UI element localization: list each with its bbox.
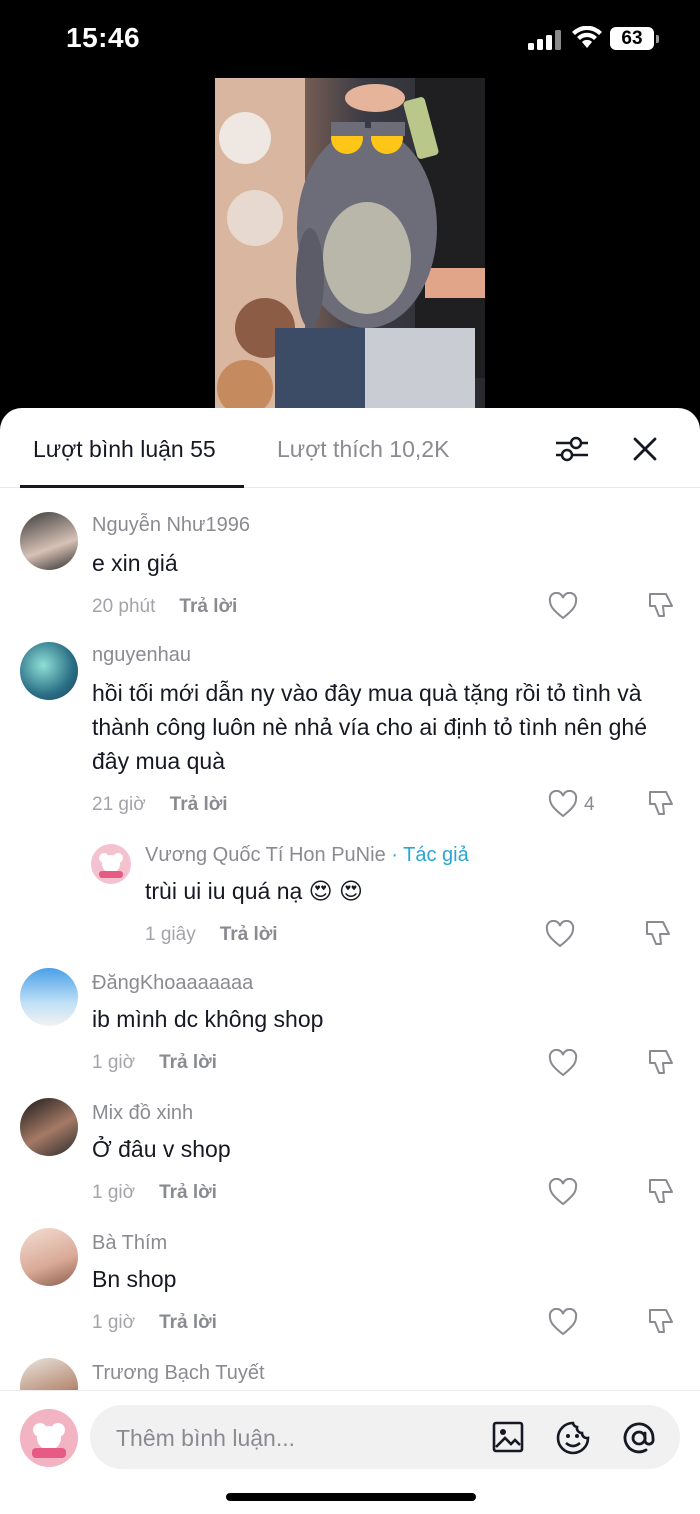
comment-author[interactable]: Bà Thím [92,1232,167,1255]
punie-logo-icon [32,1423,66,1458]
comment-item: Nguyễn Như1996 e xin giá 20 phút Trả lời [0,510,700,630]
avatar[interactable] [20,642,78,700]
avatar[interactable] [20,1358,78,1390]
comment-text: e xin giá [92,550,178,576]
comment-input-placeholder: Thêm bình luận... [116,1425,295,1451]
dislike-icon[interactable] [646,788,676,818]
comment-meta: 20 phút Trả lời [92,596,237,618]
comment-text: Bn shop [92,1266,177,1292]
tab-likes[interactable]: Lượt thích 10,2K [277,436,449,463]
comment-author[interactable]: Trương Bạch Tuyết [92,1362,265,1385]
video-frame[interactable] [215,78,485,418]
comment-meta: 1 giờ Trả lời [92,1182,217,1204]
comment-sheet: Lượt bình luận 55 Lượt thích 10,2K Nguyễ… [0,408,700,1514]
avatar[interactable] [20,968,78,1026]
comment-item: Bà Thím Bn shop 1 giờ Trả lời [0,1228,700,1348]
at-icon[interactable] [622,1421,656,1455]
dislike-icon[interactable] [646,1047,676,1077]
comment-list[interactable]: Nguyễn Như1996 e xin giá 20 phút Trả lời … [0,488,700,1390]
heart-icon[interactable] [548,592,578,620]
avatar[interactable] [20,1098,78,1156]
author-tag: · Tác giả [385,844,469,866]
comment-item: Mix đồ xinh Ở đâu v shop 1 giờ Trả lời [0,1098,700,1218]
heart-icon[interactable] [548,1178,578,1206]
comment-author[interactable]: Vương Quốc Tí Hon PuNie · Tác giả [145,844,469,867]
filter-icon[interactable] [554,434,590,464]
comment-author[interactable]: nguyenhau [92,644,191,667]
avatar[interactable] [20,1228,78,1286]
comment-tabs: Lượt bình luận 55 Lượt thích 10,2K [0,408,700,488]
punie-logo-icon [99,853,123,878]
reply-button[interactable]: Trả lời [159,1182,217,1203]
status-time: 15:46 [66,22,141,53]
comment-meta: 1 giờ Trả lời [92,1312,217,1334]
comment-text: trùi ui iu quá nạ 😍 😍 [145,878,364,904]
comment-text: hồi tối mới dẫn ny vào đây mua quà tặng … [92,680,647,774]
comment-time: 20 phút [92,596,156,617]
plush-cat-image [215,78,485,418]
comment-time: 1 giờ [92,1312,136,1333]
dislike-icon[interactable] [646,1176,676,1206]
comment-text: ib mình dc không shop [92,1006,324,1032]
like-count: 4 [584,794,595,815]
comment-meta: 1 giây Trả lời [145,924,278,946]
reply-button[interactable]: Trả lời [159,1312,217,1333]
signal-icon [528,30,561,50]
reply-button[interactable]: Trả lời [220,924,278,945]
avatar[interactable] [91,844,131,884]
home-indicator[interactable] [226,1493,476,1501]
comment-item: nguyenhau hồi tối mới dẫn ny vào đây mua… [0,640,700,840]
reply-button[interactable]: Trả lời [170,794,228,815]
comment-time: 1 giây [145,924,196,945]
image-icon[interactable] [492,1421,524,1453]
comment-item: ĐăngKhoaaaaaaa ib mình dc không shop 1 g… [0,968,700,1088]
comment-time: 1 giờ [92,1182,136,1203]
close-icon[interactable] [630,434,660,464]
dislike-icon[interactable] [646,590,676,620]
avatar[interactable] [20,512,78,570]
dislike-icon[interactable] [643,918,673,948]
comment-author[interactable]: Mix đồ xinh [92,1102,193,1125]
comment-text: Ở đâu v shop [92,1136,231,1162]
heart-icon[interactable] [548,790,578,818]
heart-icon[interactable] [548,1049,578,1077]
my-avatar[interactable] [20,1409,78,1467]
comment-time: 21 giờ [92,794,146,815]
heart-icon[interactable] [548,1308,578,1336]
heart-icon[interactable] [545,920,575,948]
comment-author[interactable]: ĐăngKhoaaaaaaa [92,972,253,995]
tab-comments[interactable]: Lượt bình luận 55 [33,436,216,463]
comment-author[interactable]: Nguyễn Như1996 [92,514,250,537]
comment-meta: 1 giờ Trả lời [92,1052,217,1074]
comment-input[interactable]: Thêm bình luận... [90,1405,680,1469]
status-bar: 15:46 63 [0,0,700,78]
emoji-icon[interactable] [556,1421,590,1455]
comment-meta: 21 giờ Trả lời [92,794,228,816]
comment-time: 1 giờ [92,1052,136,1073]
reply-button[interactable]: Trả lời [179,596,237,617]
reply-button[interactable]: Trả lời [159,1052,217,1073]
dislike-icon[interactable] [646,1306,676,1336]
reply-item: Vương Quốc Tí Hon PuNie · Tác giả trùi u… [0,840,700,960]
comment-item: Trương Bạch Tuyết [0,1358,700,1390]
comment-input-bar: Thêm bình luận... [0,1390,700,1514]
battery-icon: 63 [610,27,659,50]
wifi-icon [572,26,602,48]
video-preview[interactable] [0,78,700,418]
